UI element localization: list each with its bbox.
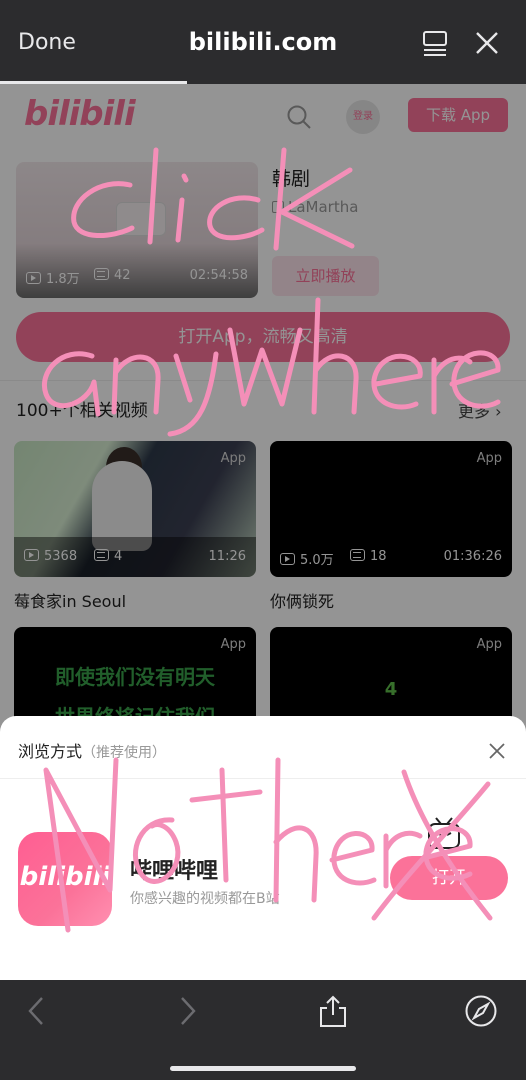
back-icon[interactable] [20,994,54,1028]
sheet-title: 浏览方式（推荐使用） [18,742,167,761]
open-app-button[interactable]: 打开 [390,856,508,900]
reader-view-icon[interactable] [422,30,448,58]
divider [0,778,526,779]
browser-toolbar [0,980,526,1080]
app-name: 哔哩哔哩 [130,859,219,884]
browser-top-bar: Done bilibili.com [0,0,526,84]
share-icon[interactable] [316,994,350,1028]
compass-icon[interactable] [464,994,498,1028]
sheet-hint: （推荐使用） [82,745,167,761]
browse-mode-sheet: 浏览方式（推荐使用） bilibili 哔哩哔哩 你感兴趣的视频都在B站 打开 [0,716,526,980]
forward-icon[interactable] [170,994,204,1028]
close-icon[interactable] [488,742,506,760]
home-indicator [170,1066,356,1071]
close-icon[interactable] [474,30,500,56]
bilibili-app-icon: bilibili [18,832,112,926]
app-description: 你感兴趣的视频都在B站 [130,891,280,907]
tv-mascot-icon [428,817,460,849]
